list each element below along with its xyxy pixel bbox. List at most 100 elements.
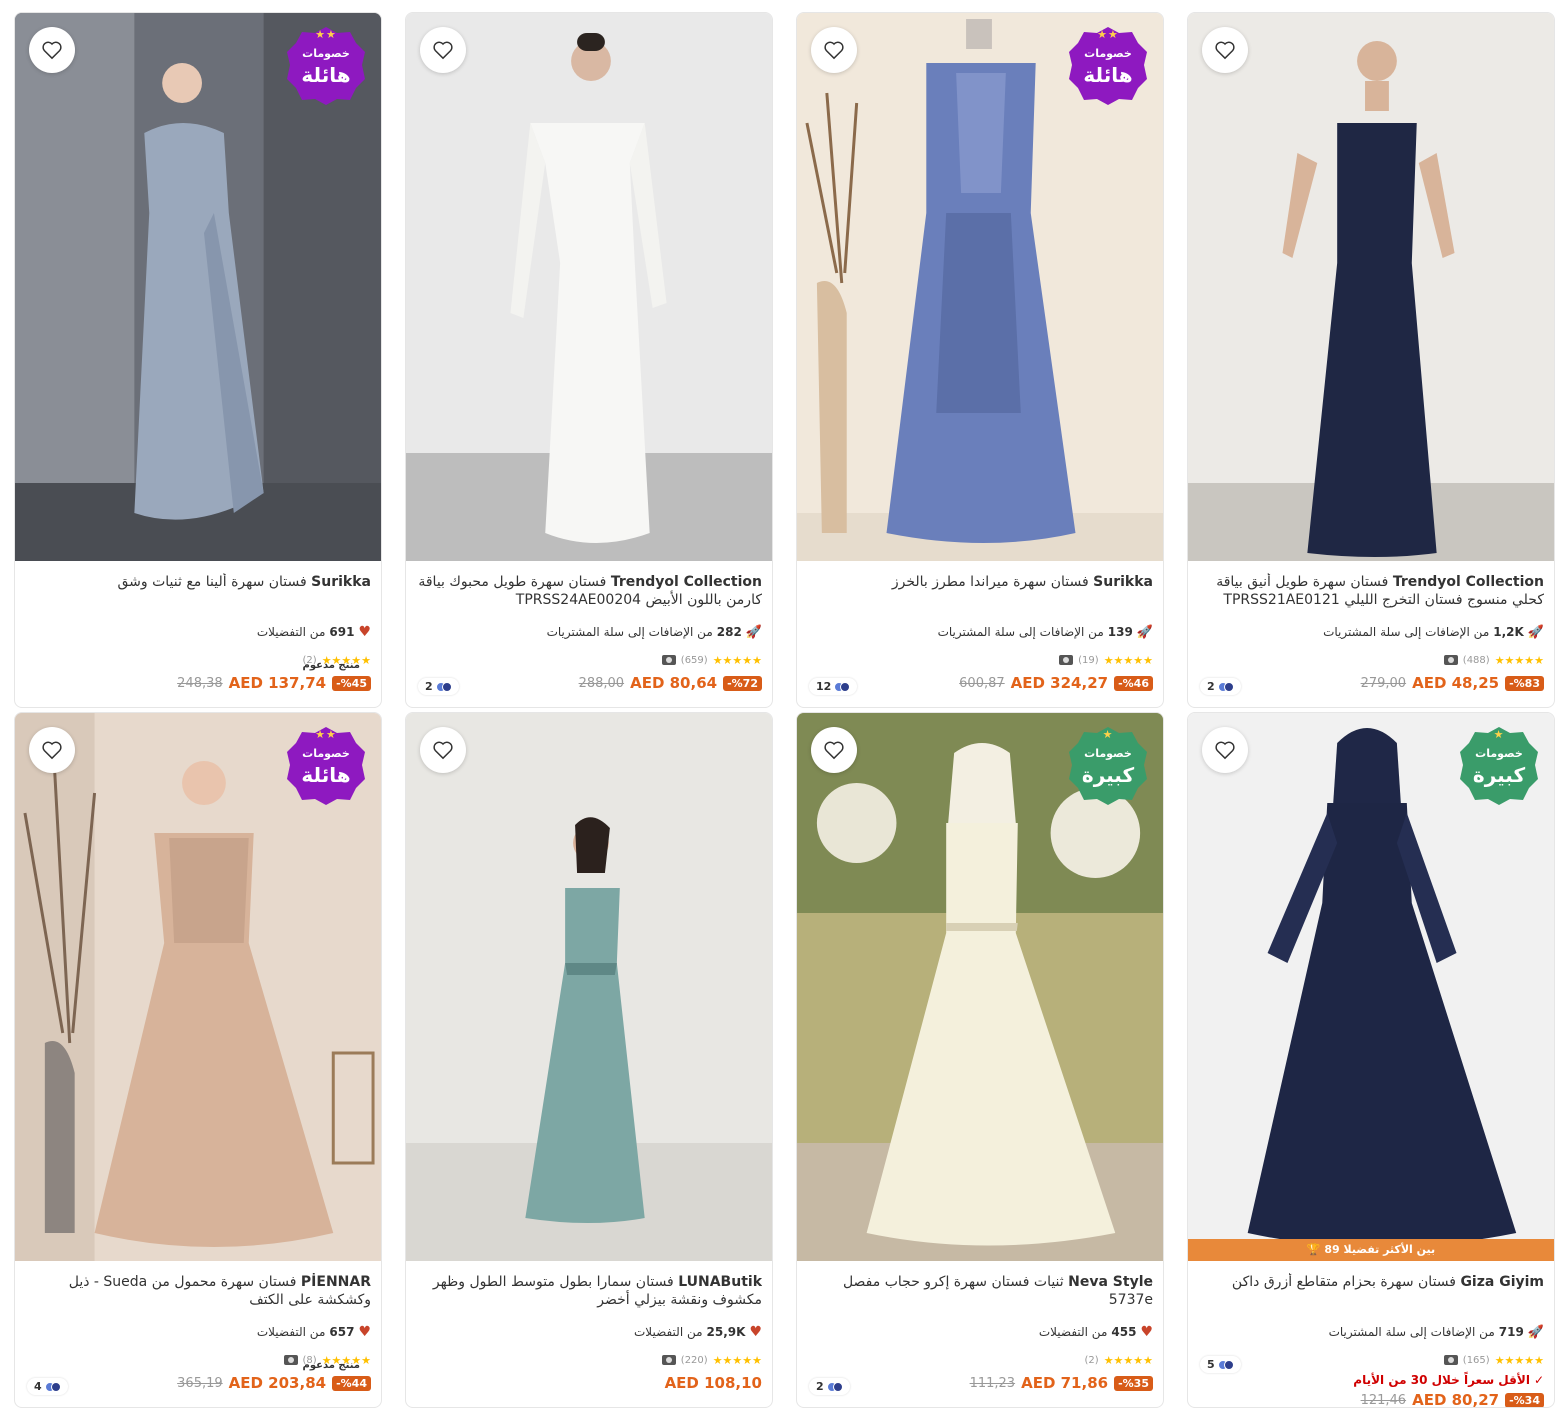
price-row: %83- AED 48,25 279,00: [1198, 673, 1544, 693]
discount-tag: %44-: [332, 1375, 371, 1391]
heart-outline-icon: [1215, 741, 1235, 760]
social-count: 455: [1111, 1325, 1137, 1339]
product-image[interactable]: [406, 713, 772, 1261]
social-count: 139: [1107, 625, 1133, 639]
product-title[interactable]: Trendyol Collection فستان سهرة طويل أنيق…: [1198, 573, 1544, 609]
social-proof: ♥ 691 من التفضيلات: [25, 623, 371, 641]
social-count: 719: [1498, 1325, 1524, 1339]
banner-text: 89 بين الأكثر تفضيلا: [1324, 1243, 1436, 1256]
badge-stars: ★: [1493, 728, 1505, 741]
product-title[interactable]: Surikka فستان سهرة ألينا مع ثنيات وشق: [25, 573, 371, 609]
product-card[interactable]: ★★ خصومات هائلة منتج مدعوم Surikka فستان…: [14, 12, 382, 708]
badge-line2: هائلة: [301, 763, 351, 787]
heart-outline-icon: [433, 741, 453, 760]
product-card[interactable]: ★ خصومات كبيرة 2 Neva Style ثنيات فستان …: [796, 712, 1164, 1408]
product-title[interactable]: Trendyol Collection فستان سهرة طويل محبو…: [416, 573, 762, 609]
review-count: (488): [1462, 654, 1490, 666]
badge-stars: ★★: [315, 28, 337, 41]
rating: ★★★★★ (488): [1198, 653, 1544, 667]
product-brand: Trendyol Collection: [1392, 574, 1544, 590]
original-price: 288,00: [578, 675, 625, 691]
favorite-button[interactable]: [420, 27, 466, 73]
product-title[interactable]: Surikka فستان سهرة ميراندا مطرز بالخرز: [807, 573, 1153, 609]
product-info: Neva Style ثنيات فستان سهرة إكرو حجاب مف…: [797, 1261, 1163, 1407]
product-card[interactable]: 2 Trendyol Collection فستان سهرة طويل مح…: [405, 12, 773, 708]
social-text: من التفضيلات: [1038, 1325, 1108, 1339]
discount-tag: %72-: [723, 675, 762, 691]
product-title[interactable]: PİENNAR فستان سهرة محمول من Sueda - ذيل …: [25, 1273, 371, 1309]
product-card[interactable]: LUNAButik فستان سمارا بطول متوسط الطول و…: [405, 712, 773, 1408]
social-text: من التفضيلات: [633, 1325, 703, 1339]
favorite-button[interactable]: [1202, 727, 1248, 773]
rating-stars: ★★★★★: [712, 653, 762, 667]
product-info: Surikka فستان سهرة ميراندا مطرز بالخرز 🚀…: [797, 561, 1163, 707]
social-text: من الإضافات إلى سلة المشتريات: [1323, 625, 1490, 639]
favorite-button[interactable]: [811, 727, 857, 773]
product-title[interactable]: Giza Giyim فستان سهرة بحزام متقاطع أزرق …: [1198, 1273, 1544, 1309]
current-price: AED 80,27: [1412, 1391, 1500, 1408]
social-proof: ♥ 657 من التفضيلات: [25, 1323, 371, 1341]
social-text: من التفضيلات: [256, 1325, 326, 1339]
rating-stars: ★★★★★: [1103, 1353, 1153, 1367]
social-text: من الإضافات إلى سلة المشتريات: [1328, 1325, 1495, 1339]
heart-outline-icon: [824, 41, 844, 60]
original-price: 111,23: [969, 1375, 1016, 1391]
product-card[interactable]: ★★ خصومات هائلة منتج مدعوم 4 PİENNAR فست…: [14, 712, 382, 1408]
discount-badge: ★ خصومات كبيرة: [1067, 725, 1149, 807]
rating: ★★★★★ (165): [1198, 1353, 1544, 1367]
lowest-price-text: الأقل سعراً خلال 30 من الأيام: [1353, 1373, 1530, 1387]
product-image[interactable]: [406, 13, 772, 561]
current-price: AED 137,74: [228, 674, 327, 692]
heart-outline-icon: [824, 741, 844, 760]
social-count: 1,2K: [1493, 625, 1524, 639]
discount-tag: %83-: [1505, 675, 1544, 691]
current-price: AED 48,25: [1412, 674, 1500, 692]
discount-badge: ★★ خصومات هائلة: [285, 25, 367, 107]
original-price: 600,87: [959, 675, 1005, 691]
favorite-button[interactable]: [1202, 27, 1248, 73]
product-image[interactable]: [1188, 13, 1554, 561]
badge-stars: ★★: [315, 728, 337, 741]
badge-line2: هائلة: [1083, 63, 1133, 87]
badge-line2: كبيرة: [1472, 763, 1526, 787]
review-count: (8): [302, 1354, 317, 1366]
product-title[interactable]: Neva Style ثنيات فستان سهرة إكرو حجاب مف…: [807, 1273, 1153, 1309]
product-grid: ★★ خصومات هائلة منتج مدعوم Surikka فستان…: [0, 0, 1564, 1416]
product-brand: Neva Style: [1068, 1274, 1153, 1290]
social-count: 691: [329, 625, 355, 639]
badge-line2: هائلة: [301, 63, 351, 87]
product-card[interactable]: 2 Trendyol Collection فستان سهرة طويل أن…: [1187, 12, 1555, 708]
rating-stars: ★★★★★: [1494, 1353, 1544, 1367]
favorite-button[interactable]: [420, 727, 466, 773]
heart-filled-icon: ♥: [358, 624, 371, 640]
camera-icon: [1059, 655, 1074, 665]
discount-badge: ★ خصومات كبيرة: [1458, 725, 1540, 807]
price-row: %45- AED 137,74 248,38: [25, 673, 371, 693]
product-info: PİENNAR فستان سهرة محمول من Sueda - ذيل …: [15, 1261, 381, 1407]
discount-tag: %45-: [332, 675, 371, 691]
rating: ★★★★★ (19): [807, 653, 1153, 667]
product-card[interactable]: ★★ خصومات هائلة 12 Surikka فستان سهرة مي…: [796, 12, 1164, 708]
original-price: 121,46: [1360, 1392, 1407, 1408]
favorite-button[interactable]: [29, 27, 75, 73]
product-brand: Surikka: [1093, 574, 1153, 590]
discount-tag: %35-: [1114, 1375, 1153, 1391]
camera-icon: [283, 1355, 298, 1365]
product-brand: Trendyol Collection: [610, 574, 762, 590]
social-count: 657: [329, 1325, 355, 1339]
social-count: 25,9K: [706, 1325, 746, 1339]
rocket-icon: 🚀: [1527, 1324, 1544, 1340]
review-count: (2): [1084, 1354, 1099, 1366]
favorite-button[interactable]: [29, 727, 75, 773]
rating-stars: ★★★★★: [712, 1353, 762, 1367]
favorite-button[interactable]: [811, 27, 857, 73]
heart-outline-icon: [42, 741, 62, 760]
heart-outline-icon: [1215, 41, 1235, 60]
rocket-icon: 🚀: [1136, 624, 1153, 640]
product-card[interactable]: ★ خصومات كبيرة 5 🏆 89 بين الأكثر تفضيلا …: [1187, 712, 1555, 1408]
badge-line1: خصومات: [1475, 747, 1523, 760]
price-row: %44- AED 203,84 365,19: [25, 1373, 371, 1393]
review-count: (220): [680, 1354, 708, 1366]
social-proof: ♥ 25,9K من التفضيلات: [416, 1323, 762, 1341]
product-title[interactable]: LUNAButik فستان سمارا بطول متوسط الطول و…: [416, 1273, 762, 1309]
